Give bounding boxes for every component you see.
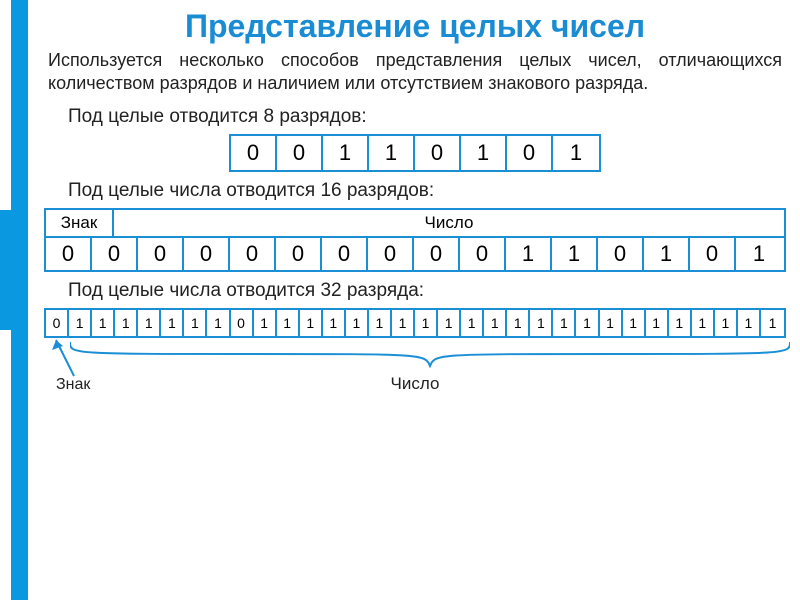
curly-brace-icon	[70, 340, 790, 368]
section-8bit-label: Под целые отводится 8 разрядов:	[68, 106, 790, 128]
bit-cell: 1	[692, 310, 715, 336]
brace-annotation: Знак Число	[44, 340, 786, 394]
bits-16-row: 0000000000110101	[44, 236, 786, 272]
slide-content: Представление целых чисел Используется н…	[30, 0, 800, 394]
bit-cell: 1	[300, 310, 323, 336]
bit-cell: 0	[231, 310, 254, 336]
bit-cell: 0	[277, 136, 323, 170]
bit-cell: 0	[507, 136, 553, 170]
bit-cell: 1	[484, 310, 507, 336]
bit-cell: 1	[277, 310, 300, 336]
bit-cell: 1	[392, 310, 415, 336]
bit-cell: 0	[322, 238, 368, 270]
bit-cell: 0	[46, 310, 69, 336]
bit-cell: 1	[646, 310, 669, 336]
bit-cell: 1	[369, 136, 415, 170]
page-title: Представление целых чисел	[40, 8, 790, 45]
bit-cell: 1	[69, 310, 92, 336]
bit-cell: 1	[254, 310, 277, 336]
bit-cell: 1	[323, 136, 369, 170]
bit-cell: 1	[346, 310, 369, 336]
bit-cell: 1	[161, 310, 184, 336]
bit-cell: 0	[231, 136, 277, 170]
section-32bit-label: Под целые числа отводится 32 разряда:	[68, 280, 790, 302]
header-number: Число	[114, 210, 784, 236]
bit-cell: 1	[576, 310, 599, 336]
bit-cell: 0	[415, 136, 461, 170]
bit-cell: 0	[368, 238, 414, 270]
bit-cell: 1	[507, 310, 530, 336]
bit-cell: 1	[369, 310, 392, 336]
bit-cell: 1	[736, 238, 782, 270]
bit-cell: 0	[598, 238, 644, 270]
header-sign: Знак	[46, 210, 114, 236]
bit-cell: 0	[690, 238, 736, 270]
bits-16-header: Знак Число	[44, 208, 786, 236]
intro-paragraph: Используется несколько способов представ…	[48, 49, 782, 96]
bit-cell: 1	[738, 310, 761, 336]
bit-cell: 1	[644, 238, 690, 270]
bit-cell: 1	[552, 238, 598, 270]
bit-cell: 1	[530, 310, 553, 336]
bit-cell: 0	[184, 238, 230, 270]
bit-cell: 1	[415, 310, 438, 336]
left-accent-bar	[0, 0, 28, 600]
bit-cell: 1	[600, 310, 623, 336]
bit-cell: 0	[414, 238, 460, 270]
bit-cell: 1	[115, 310, 138, 336]
bit-cell: 1	[461, 310, 484, 336]
bit-cell: 1	[323, 310, 346, 336]
bit-cell: 1	[92, 310, 115, 336]
bit-cell: 1	[623, 310, 646, 336]
bit-cell: 1	[184, 310, 207, 336]
bit-cell: 0	[138, 238, 184, 270]
bit-cell: 1	[553, 310, 576, 336]
bit-cell: 1	[715, 310, 738, 336]
bit-cell: 0	[92, 238, 138, 270]
bit-cell: 1	[553, 136, 599, 170]
bit-cell: 1	[506, 238, 552, 270]
bit-cell: 1	[438, 310, 461, 336]
bit-cell: 0	[276, 238, 322, 270]
label-number: Число	[391, 374, 440, 394]
section-16bit-label: Под целые числа отводится 16 разрядов:	[68, 180, 790, 202]
bit-cell: 0	[460, 238, 506, 270]
label-sign: Знак	[56, 376, 90, 394]
bits-32-row: 01111111011111111111111111111111	[44, 308, 786, 338]
bit-cell: 1	[207, 310, 230, 336]
sign-arrow-icon	[50, 338, 80, 380]
bit-cell: 0	[46, 238, 92, 270]
bit-cell: 1	[669, 310, 692, 336]
bit-cell: 0	[230, 238, 276, 270]
bit-cell: 1	[138, 310, 161, 336]
bit-cell: 1	[461, 136, 507, 170]
bit-cell: 1	[761, 310, 784, 336]
bits-8-row: 00110101	[229, 134, 601, 172]
